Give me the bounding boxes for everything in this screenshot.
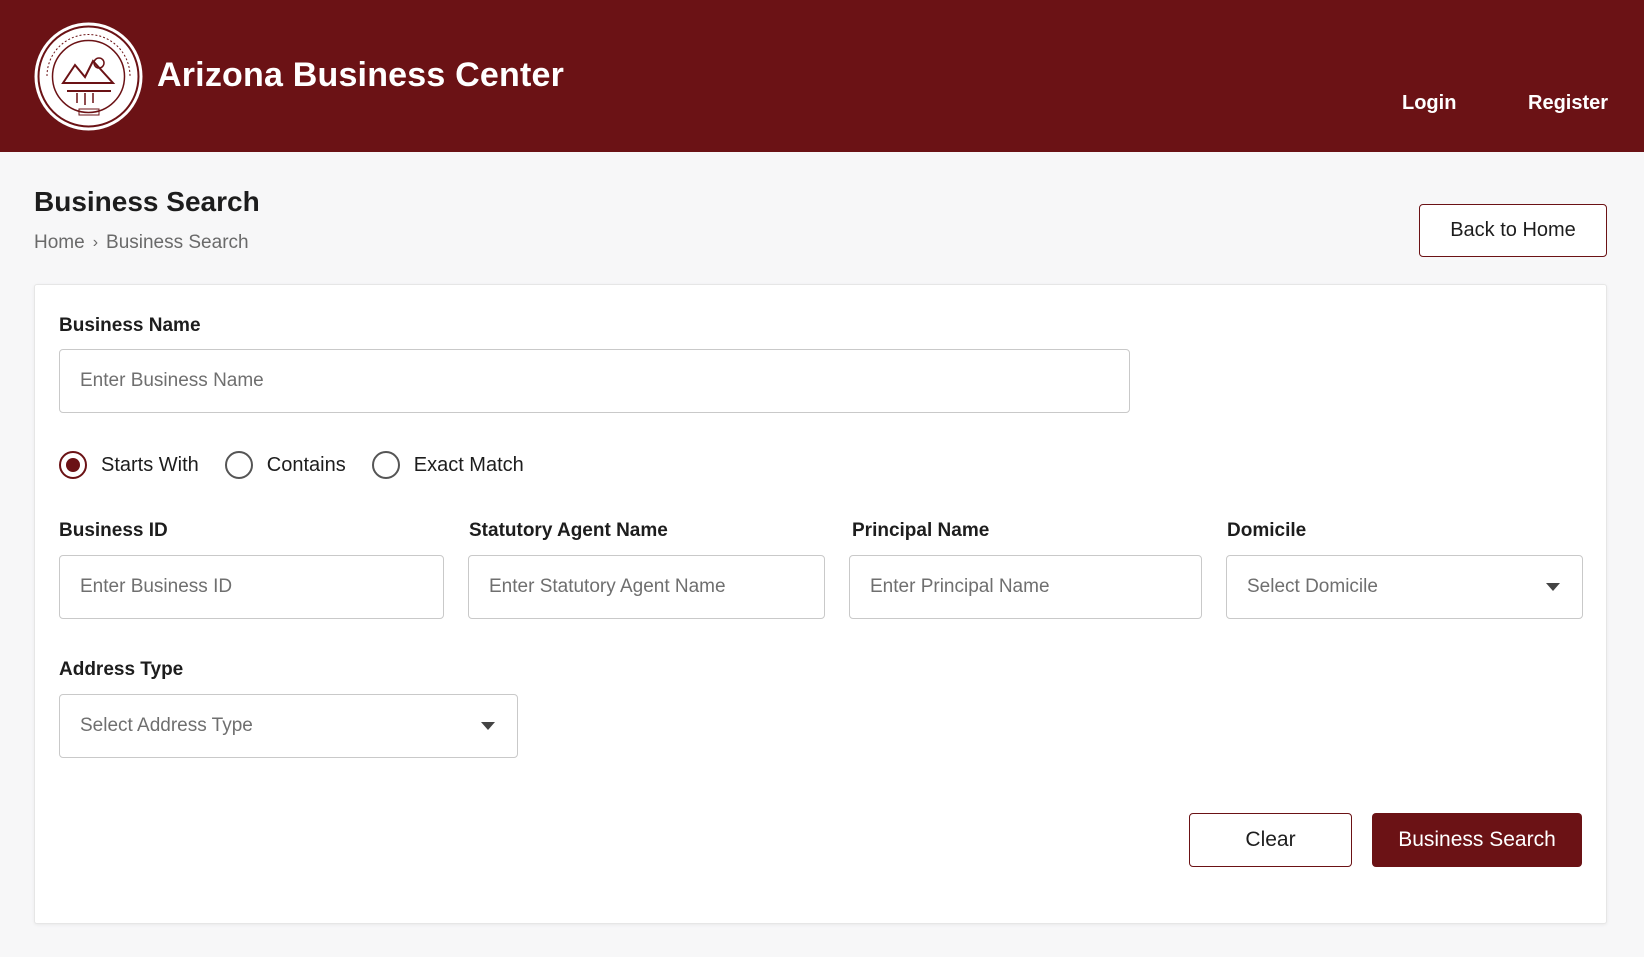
- business-name-input[interactable]: [59, 349, 1130, 413]
- breadcrumb-current: Business Search: [106, 232, 249, 253]
- address-type-label: Address Type: [59, 659, 184, 680]
- match-type-radio-group: Starts With Contains Exact Match: [59, 451, 550, 479]
- state-seal-logo: [34, 22, 143, 131]
- search-form-card: Business Name Starts With Contains Exact…: [34, 284, 1607, 924]
- breadcrumb: Home › Business Search: [34, 232, 249, 254]
- app-title: Arizona Business Center: [157, 56, 565, 94]
- chevron-down-icon: [481, 722, 495, 730]
- domicile-label: Domicile: [1227, 520, 1307, 541]
- page-title: Business Search: [34, 186, 260, 217]
- principal-name-input[interactable]: [849, 555, 1202, 619]
- breadcrumb-separator: ›: [92, 234, 99, 251]
- radio-label: Contains: [266, 453, 346, 476]
- address-type-selected-value: Select Address Type: [80, 715, 253, 736]
- top-header: Arizona Business Center Login Register: [0, 0, 1644, 152]
- domicile-select[interactable]: Select Domicile: [1226, 555, 1583, 619]
- breadcrumb-home[interactable]: Home: [34, 232, 85, 254]
- statutory-agent-input[interactable]: [468, 555, 825, 619]
- radio-option-contains[interactable]: Contains: [224, 451, 346, 479]
- radio-option-starts-with[interactable]: Starts With: [59, 451, 199, 479]
- radio-unselected-icon[interactable]: [224, 451, 253, 479]
- principal-name-label: Principal Name: [852, 520, 990, 541]
- domicile-selected-value: Select Domicile: [1247, 576, 1378, 597]
- address-type-select[interactable]: Select Address Type: [59, 694, 518, 758]
- business-id-label: Business ID: [59, 520, 168, 541]
- radio-label: Exact Match: [413, 453, 524, 476]
- business-id-input[interactable]: [59, 555, 444, 619]
- business-name-label: Business Name: [59, 315, 201, 336]
- radio-unselected-icon[interactable]: [371, 451, 400, 479]
- radio-option-exact-match[interactable]: Exact Match: [371, 451, 524, 479]
- statutory-agent-label: Statutory Agent Name: [469, 520, 668, 541]
- register-link[interactable]: Register: [1528, 92, 1608, 115]
- business-search-button[interactable]: Business Search: [1372, 813, 1582, 867]
- radio-selected-icon[interactable]: [59, 451, 87, 479]
- chevron-down-icon: [1546, 583, 1560, 591]
- radio-label: Starts With: [101, 453, 199, 476]
- clear-button[interactable]: Clear: [1189, 813, 1352, 867]
- back-to-home-button[interactable]: Back to Home: [1419, 204, 1607, 257]
- login-link[interactable]: Login: [1402, 92, 1456, 115]
